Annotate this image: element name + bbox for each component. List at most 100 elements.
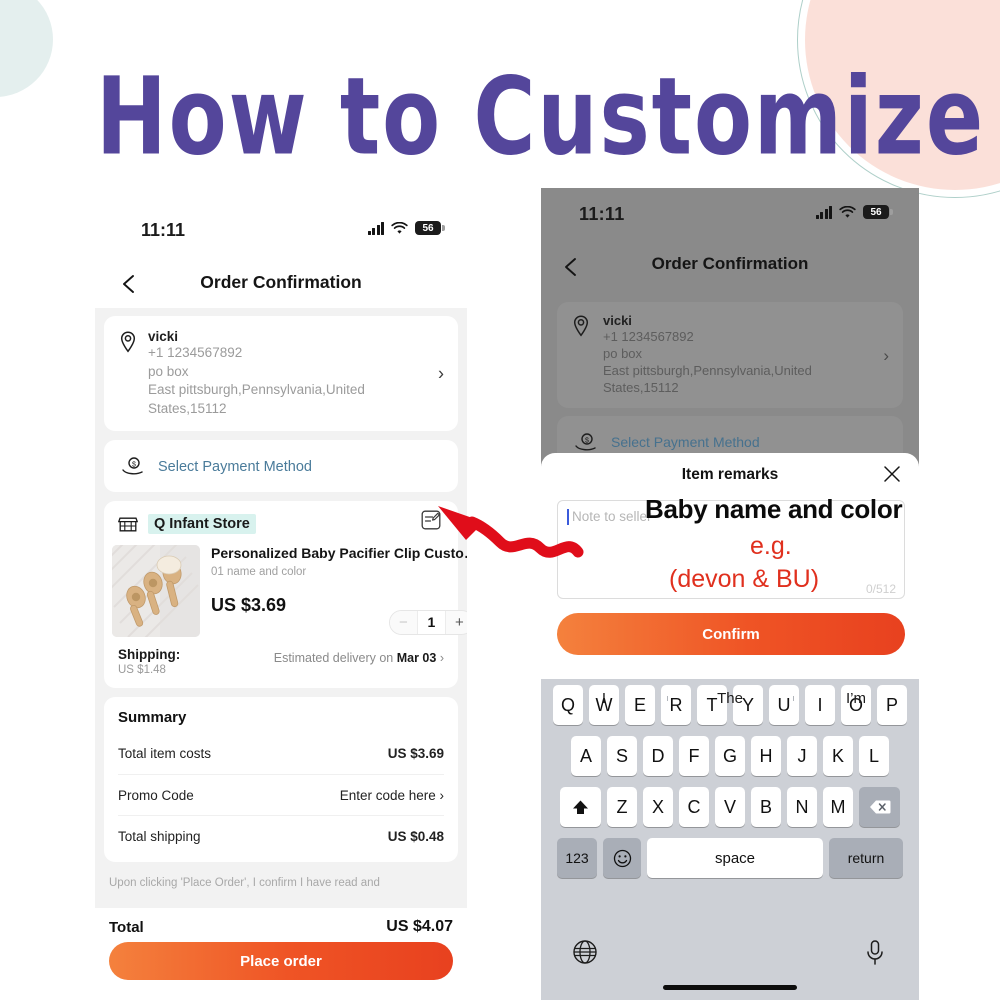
keyboard-suggestion-bar: I The I’m bbox=[541, 679, 919, 717]
emoji-key[interactable] bbox=[603, 838, 641, 878]
wifi-icon bbox=[839, 205, 856, 218]
address-line3: States,15112 bbox=[148, 400, 227, 416]
key-x[interactable]: X bbox=[643, 787, 673, 827]
cellular-signal-icon bbox=[367, 221, 384, 235]
key-h[interactable]: H bbox=[751, 736, 781, 776]
address-name: vicki bbox=[603, 313, 632, 328]
numbers-key[interactable]: 123 bbox=[557, 838, 597, 878]
quantity-value: 1 bbox=[416, 611, 446, 634]
char-counter: 0/512 bbox=[865, 582, 896, 596]
annotation-baby-name: Baby name and color bbox=[645, 494, 903, 524]
eta-prefix: Estimated delivery on bbox=[273, 651, 397, 665]
modal-title: Item remarks bbox=[681, 466, 779, 483]
summary-row-value: US $0.48 bbox=[387, 828, 444, 844]
summary-row[interactable]: Promo Code Enter code here › bbox=[118, 774, 444, 815]
return-key[interactable]: return bbox=[829, 838, 903, 878]
confirm-button[interactable]: Confirm bbox=[557, 613, 905, 655]
payment-label: Select Payment Method bbox=[158, 459, 312, 475]
total-row: Total US $4.07 bbox=[109, 908, 453, 942]
battery-indicator: 56 bbox=[863, 205, 893, 219]
chevron-right-icon: › bbox=[883, 346, 889, 365]
summary-row-label: Total item costs bbox=[118, 746, 212, 761]
key-d[interactable]: D bbox=[643, 736, 673, 776]
summary-row-value: US $3.69 bbox=[387, 746, 444, 761]
item-remarks-modal: Item remarks Note to seller 0/512 Confir… bbox=[541, 453, 919, 673]
wifi-icon bbox=[391, 221, 408, 234]
address-line1: po box bbox=[148, 363, 189, 379]
place-order-button[interactable]: Place order bbox=[109, 942, 453, 980]
order-content: vicki +1 1234567892 po box East pittsbur… bbox=[95, 308, 467, 1000]
quantity-plus-button[interactable]: + bbox=[445, 611, 467, 634]
key-j[interactable]: J bbox=[787, 736, 817, 776]
summary-title: Summary bbox=[118, 709, 187, 726]
payment-row: $ Select Payment Method bbox=[120, 454, 312, 480]
key-g[interactable]: G bbox=[715, 736, 745, 776]
backspace-icon bbox=[869, 800, 890, 814]
shift-up-icon bbox=[573, 800, 588, 814]
summary-row-label: Total shipping bbox=[118, 828, 201, 844]
store-header[interactable]: Q Infant Store bbox=[104, 509, 458, 539]
home-indicator bbox=[663, 985, 797, 990]
address-line1: po box bbox=[603, 346, 643, 361]
summary-card: Summary Total item costs US $3.69 Promo … bbox=[104, 697, 458, 862]
suggestion-0[interactable]: I bbox=[541, 690, 667, 707]
svg-text:$: $ bbox=[585, 438, 589, 445]
summary-row-label: Promo Code bbox=[118, 787, 194, 803]
summary-row: Total shipping US $0.48 bbox=[118, 815, 444, 856]
battery-indicator: 56 bbox=[415, 221, 445, 235]
keyboard-row-4: 123 space return bbox=[541, 838, 919, 878]
status-time: 11:11 bbox=[579, 204, 625, 224]
page-title: How to Customize bbox=[96, 53, 986, 179]
shipping-cost: US $1.48 bbox=[118, 664, 166, 676]
close-icon[interactable] bbox=[883, 465, 901, 483]
key-a[interactable]: A bbox=[571, 736, 601, 776]
key-l[interactable]: L bbox=[859, 736, 889, 776]
key-c[interactable]: C bbox=[679, 787, 709, 827]
key-k[interactable]: K bbox=[823, 736, 853, 776]
shipping-eta: Estimated delivery on Mar 03 › bbox=[274, 647, 444, 665]
chevron-right-icon: › bbox=[439, 651, 444, 665]
product-row[interactable]: Personalized Baby Pacifier Clip Custo… 0… bbox=[104, 539, 467, 637]
order-disclaimer: Upon clicking 'Place Order', I confirm I… bbox=[109, 877, 380, 889]
shift-key[interactable] bbox=[560, 787, 601, 827]
address-name: vicki bbox=[148, 329, 179, 344]
keyboard-row-3: Z X C V B N M bbox=[541, 787, 919, 827]
emoji-smiley-icon bbox=[613, 849, 631, 867]
status-icons: 56 bbox=[815, 205, 893, 219]
keyboard-row-2: A S D F G H J K L bbox=[541, 736, 919, 776]
address-card-right[interactable]: vicki +1 1234567892 po box East pittsbur… bbox=[557, 302, 903, 408]
address-phone: +1 1234567892 bbox=[148, 345, 243, 360]
space-key[interactable]: space bbox=[647, 838, 823, 878]
status-time: 11:11 bbox=[141, 220, 186, 240]
cellular-signal-icon bbox=[815, 205, 832, 219]
suggestion-2[interactable]: I’m bbox=[793, 690, 919, 707]
address-card[interactable]: vicki +1 1234567892 po box East pittsbur… bbox=[104, 316, 458, 431]
keyboard-bottom-bar bbox=[541, 938, 919, 972]
address-line2: East pittsburgh,Pennsylvania,United bbox=[148, 382, 365, 397]
payment-card[interactable]: $ Select Payment Method bbox=[104, 440, 458, 492]
key-b[interactable]: B bbox=[751, 787, 781, 827]
shipping-left: Shipping: US $1.48 bbox=[118, 647, 180, 676]
quantity-stepper[interactable]: − 1 + bbox=[388, 610, 467, 635]
key-z[interactable]: Z bbox=[607, 787, 637, 827]
suggestion-1[interactable]: The bbox=[667, 690, 793, 707]
key-v[interactable]: V bbox=[715, 787, 745, 827]
decorative-mint-circle bbox=[0, 0, 53, 97]
globe-icon[interactable] bbox=[571, 938, 599, 966]
status-bar-left: 11:11 56 bbox=[95, 220, 467, 246]
nav-title: Order Confirmation bbox=[651, 254, 809, 273]
shipping-row[interactable]: Shipping: US $1.48 Estimated delivery on… bbox=[104, 637, 458, 688]
order-footer: Total US $4.07 Place order bbox=[95, 908, 467, 1000]
ios-keyboard: I The I’m Q W E R T Y U I O P A S D F G … bbox=[541, 679, 919, 1000]
key-m[interactable]: M bbox=[823, 787, 853, 827]
red-squiggle-arrow-icon bbox=[438, 506, 584, 558]
quantity-minus-button[interactable]: − bbox=[389, 611, 417, 634]
key-f[interactable]: F bbox=[679, 736, 709, 776]
microphone-icon[interactable] bbox=[863, 938, 887, 968]
total-label: Total bbox=[109, 918, 144, 936]
key-n[interactable]: N bbox=[787, 787, 817, 827]
summary-row-value[interactable]: Enter code here › bbox=[340, 788, 444, 803]
backspace-key[interactable] bbox=[859, 787, 900, 827]
key-s[interactable]: S bbox=[607, 736, 637, 776]
status-icons: 56 bbox=[367, 221, 445, 235]
